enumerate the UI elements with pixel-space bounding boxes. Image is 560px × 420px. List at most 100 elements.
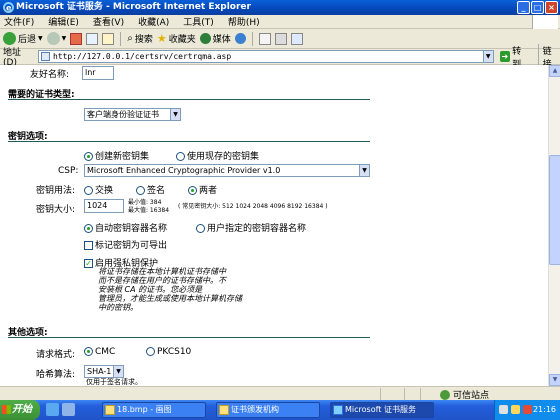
menu-tools[interactable]: 工具(T) — [183, 15, 214, 28]
format-pkcs10-radio[interactable] — [146, 347, 155, 356]
ie-logo-icon: e — [3, 2, 14, 13]
friendly-name-input[interactable]: lnr — [82, 66, 114, 80]
hash-algorithm-value: SHA-1 — [87, 367, 112, 376]
scroll-up-button[interactable]: ▲ — [549, 65, 560, 77]
scroll-down-button[interactable]: ▼ — [549, 374, 560, 386]
media-button[interactable]: 媒体 — [199, 32, 231, 45]
back-arrow-icon — [3, 32, 16, 45]
star-icon: ★ — [156, 32, 167, 45]
go-arrow-icon: ➜ — [499, 51, 511, 62]
key-size-input[interactable]: 1024 — [84, 199, 124, 213]
format-cmc-radio[interactable] — [84, 347, 93, 356]
home-icon[interactable] — [102, 32, 115, 45]
key-set-existing-option[interactable]: 使用现存的密钥集 — [176, 149, 259, 162]
key-size-label: 密钥大小: — [36, 205, 76, 215]
maximize-button[interactable]: □ — [531, 1, 544, 14]
container-auto-option[interactable]: 自动密钥容器名称 — [84, 221, 167, 234]
network-icon[interactable] — [499, 405, 508, 414]
taskbar-item-paint[interactable]: 18.bmp - 画图 — [102, 402, 206, 418]
container-auto-radio[interactable] — [84, 224, 93, 233]
status-separator — [380, 388, 381, 400]
search-button[interactable]: ⌕ 搜索 — [127, 32, 153, 45]
windows-logo-icon — [2, 405, 11, 414]
usage-exchange-radio[interactable] — [84, 186, 93, 195]
paint-icon — [105, 405, 115, 415]
menu-favorites[interactable]: 收藏(A) — [138, 15, 169, 28]
address-dropdown-button[interactable]: ▼ — [482, 50, 494, 63]
container-user-radio[interactable] — [196, 224, 205, 233]
ie-quicklaunch-icon[interactable] — [46, 403, 59, 416]
cert-type-select[interactable]: 客户端身份验证证书 ▼ — [84, 108, 181, 121]
format-pkcs10-option[interactable]: PKCS10 — [146, 347, 191, 357]
taskbar-item-ca[interactable]: 证书颁发机构 — [216, 402, 320, 418]
forward-arrow-icon — [46, 32, 60, 45]
usage-both-radio[interactable] — [188, 186, 197, 195]
minimize-button[interactable]: _ — [517, 1, 530, 14]
menu-help[interactable]: 帮助(H) — [228, 15, 260, 28]
history-icon[interactable] — [234, 33, 246, 44]
vertical-scrollbar[interactable]: ▲ ▼ — [548, 65, 560, 386]
menu-view[interactable]: 查看(V) — [93, 15, 124, 28]
task-label: Microsoft 证书服务 — [345, 405, 416, 414]
csp-select[interactable]: Microsoft Enhanced Cryptographic Provide… — [84, 164, 370, 177]
certificate-icon — [219, 405, 229, 415]
key-set-new-label: 创建新密钥集 — [95, 152, 150, 162]
chevron-down-icon: ▼ — [170, 109, 180, 120]
security-shield-icon[interactable] — [523, 405, 532, 414]
usage-exchange-option[interactable]: 交换 — [84, 183, 113, 196]
chevron-down-icon: ▼ — [61, 35, 67, 42]
window-title: Microsoft 证书服务 - Microsoft Internet Expl… — [16, 2, 251, 12]
address-input[interactable]: http://127.0.0.1/certsrv/certrqma.asp — [37, 50, 484, 63]
usage-exchange-label: 交换 — [95, 186, 114, 196]
favorites-button[interactable]: ★ 收藏夹 — [157, 32, 196, 45]
volume-icon[interactable] — [511, 405, 520, 414]
request-format-label: 请求格式: — [36, 350, 76, 360]
forward-button[interactable]: ▼ — [46, 32, 67, 45]
show-desktop-icon[interactable] — [62, 403, 75, 416]
format-cmc-label: CMC — [95, 347, 116, 357]
usage-signature-option[interactable]: 签名 — [136, 183, 165, 196]
edit-icon[interactable] — [290, 32, 303, 45]
window-titlebar: e Microsoft 证书服务 - Microsoft Internet Ex… — [0, 0, 560, 15]
usage-signature-radio[interactable] — [136, 186, 145, 195]
search-label: 搜索 — [134, 35, 153, 45]
hash-algorithm-select[interactable]: SHA-1 ▼ — [84, 365, 124, 378]
key-set-new-option[interactable]: 创建新密钥集 — [84, 149, 149, 162]
section-divider — [8, 99, 370, 100]
back-label: 后退 — [18, 35, 37, 45]
close-button[interactable]: × — [545, 1, 558, 14]
scroll-thumb[interactable] — [549, 155, 560, 265]
friendly-name-value: lnr — [85, 68, 96, 77]
container-user-option[interactable]: 用户指定的密钥容器名称 — [196, 221, 306, 234]
key-usage-label: 密钥用法: — [36, 186, 76, 196]
usage-both-option[interactable]: 两者 — [188, 183, 217, 196]
csp-label: CSP: — [58, 166, 79, 176]
key-set-new-radio[interactable] — [84, 152, 93, 161]
mail-icon[interactable] — [258, 32, 271, 45]
taskbar-item-certsrv[interactable]: Microsoft 证书服务 — [330, 402, 434, 418]
chevron-down-icon: ▼ — [359, 165, 369, 176]
friendly-name-label: 友好名称: — [30, 70, 70, 80]
format-cmc-option[interactable]: CMC — [84, 347, 115, 357]
menu-bar: 文件(F) 编辑(E) 查看(V) 收藏(A) 工具(T) 帮助(H) — [0, 15, 560, 29]
hash-algorithm-label: 哈希算法: — [36, 370, 76, 380]
mark-exportable-label: 标记密钥为可导出 — [95, 241, 168, 251]
refresh-icon[interactable] — [86, 32, 99, 45]
taskbar: 开始 18.bmp - 画图 证书颁发机构 Microsoft 证书服务 21:… — [0, 400, 560, 420]
back-button[interactable]: 后退 ▼ — [3, 32, 43, 45]
key-size-max: 最大值: 16384 — [128, 207, 170, 214]
mark-exportable-option[interactable]: 标记密钥为可导出 — [84, 238, 167, 251]
toolbar-separator — [251, 31, 253, 46]
menu-file[interactable]: 文件(F) — [4, 15, 34, 28]
stop-icon[interactable] — [70, 32, 83, 45]
menu-edit[interactable]: 编辑(E) — [48, 15, 79, 28]
key-size-value: 1024 — [87, 201, 108, 210]
start-button[interactable]: 开始 — [0, 400, 40, 420]
usage-both-label: 两者 — [199, 186, 218, 196]
mark-exportable-checkbox[interactable] — [84, 241, 93, 250]
format-pkcs10-label: PKCS10 — [157, 347, 192, 357]
trusted-sites-icon — [440, 389, 450, 400]
key-set-existing-radio[interactable] — [176, 152, 185, 161]
strong-protection-checkbox[interactable]: ✓ — [84, 259, 93, 268]
print-icon[interactable] — [274, 32, 287, 45]
